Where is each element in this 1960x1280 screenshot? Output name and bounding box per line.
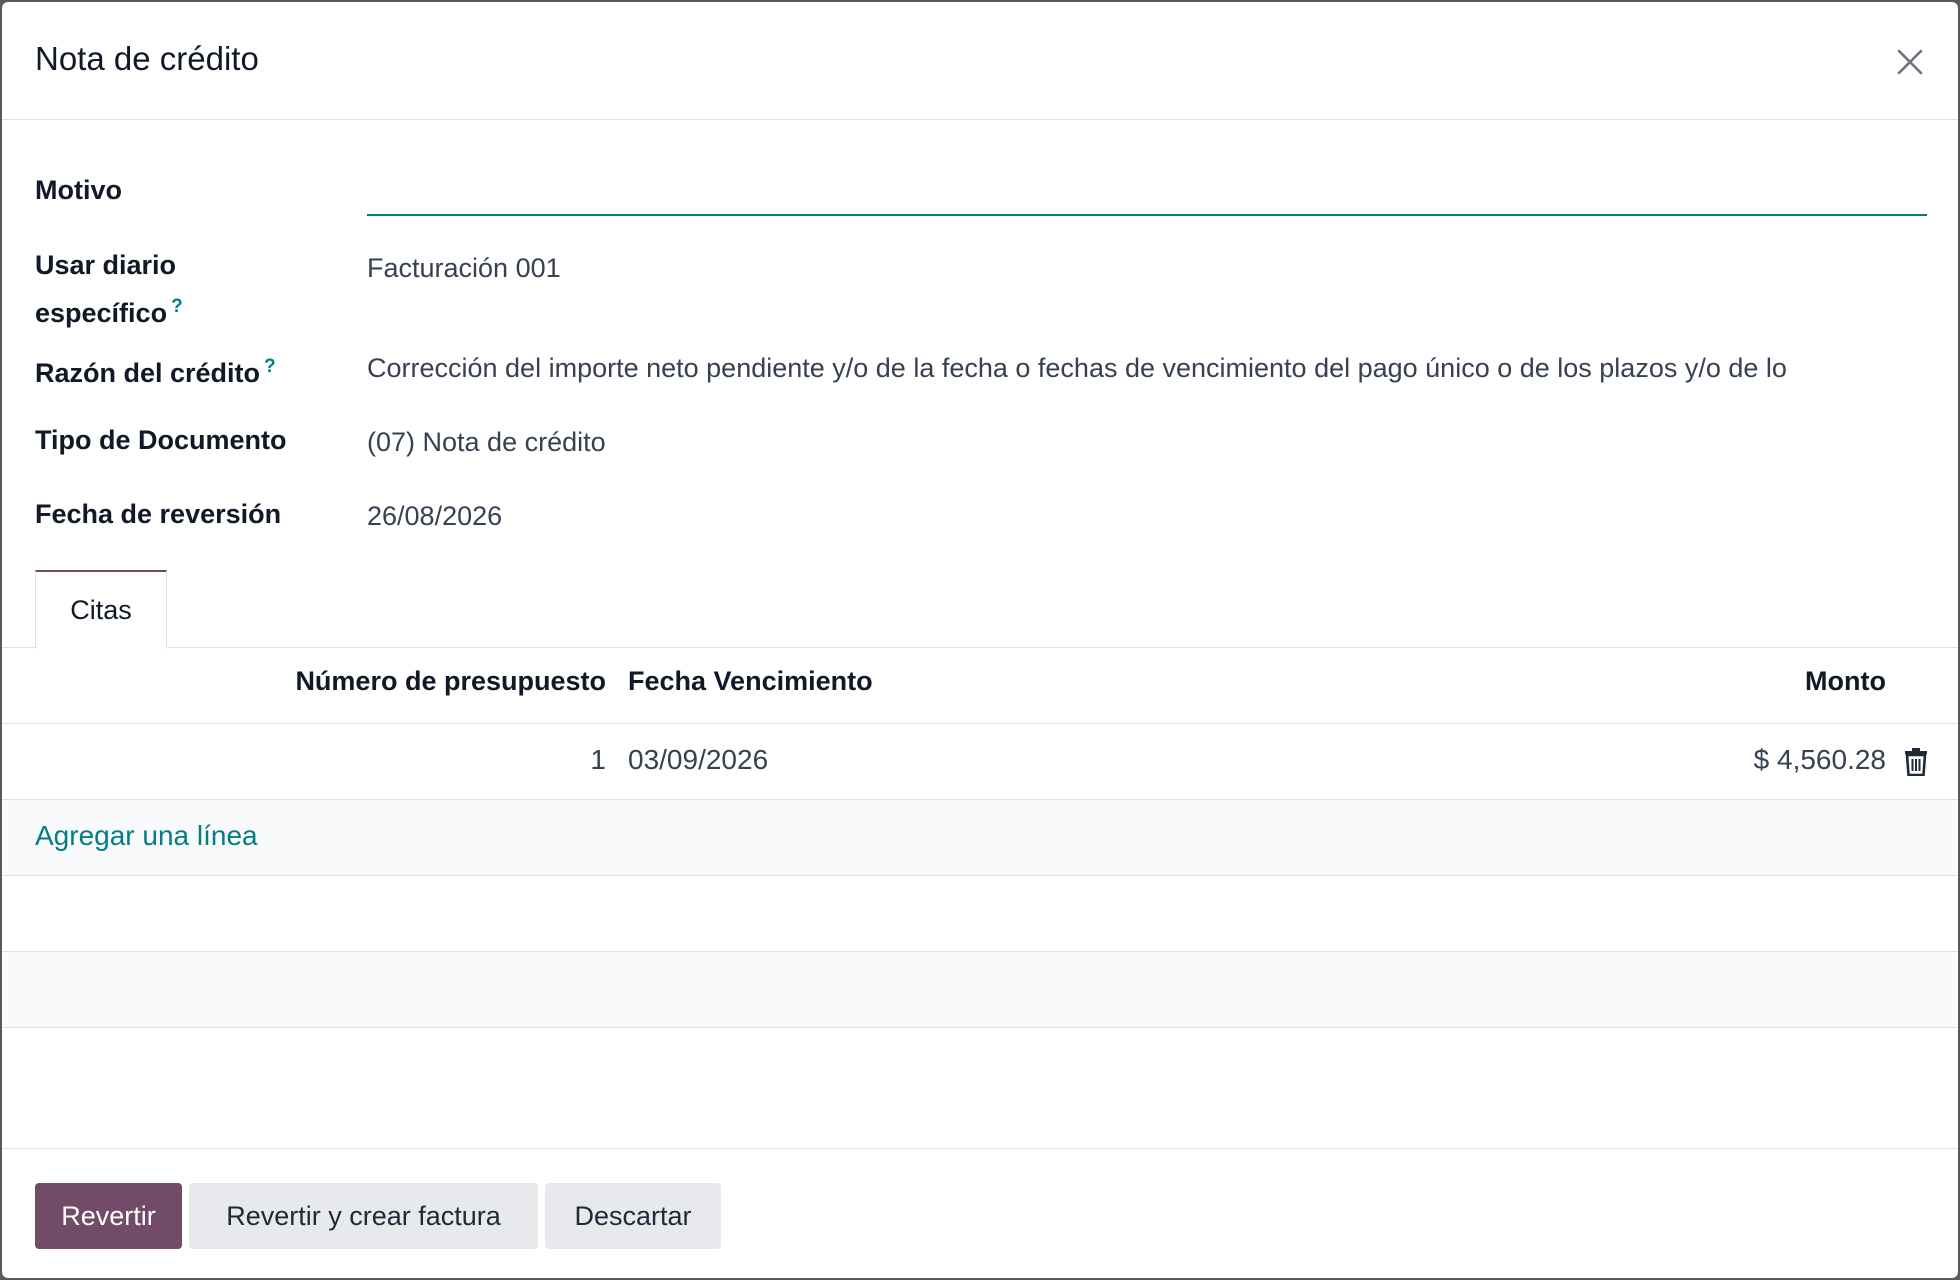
doc-type-label: Tipo de Documento (35, 425, 287, 455)
credit-note-dialog: Nota de crédito Motivo Usar diario espec… (2, 2, 1958, 1278)
journal-label-line2: específico (35, 298, 168, 328)
motivo-label: Motivo (35, 175, 122, 205)
dialog-footer: Revertir Revertir y crear factura Descar… (2, 1148, 1958, 1278)
reversal-date-label: Fecha de reversión (35, 499, 282, 529)
close-icon (1897, 49, 1923, 75)
reason-value[interactable]: Corrección del importe neto pendiente y/… (367, 350, 1927, 386)
column-header-amount[interactable]: Monto (1805, 666, 1886, 697)
journal-label: Usar diario específico? (35, 244, 183, 334)
table-header: Número de presupuesto Fecha Vencimiento … (2, 648, 1958, 724)
cell-due-date: 03/09/2026 (628, 744, 769, 775)
table-row[interactable]: 1 03/09/2026 $ 4,560.28 (2, 724, 1958, 800)
reversal-date-value[interactable]: 26/08/2026 (367, 498, 502, 534)
reason-label: Razón del crédito? (35, 346, 276, 394)
empty-row (2, 876, 1958, 952)
discard-button[interactable]: Descartar (545, 1183, 721, 1249)
column-header-budget-number[interactable]: Número de presupuesto (295, 666, 606, 697)
revert-button[interactable]: Revertir (35, 1183, 182, 1249)
add-line-row: Agregar una línea (2, 800, 1958, 876)
add-line-link[interactable]: Agregar una línea (35, 820, 258, 852)
dialog-title: Nota de crédito (35, 40, 259, 77)
reason-label-text: Razón del crédito (35, 358, 261, 388)
trash-icon (1905, 748, 1927, 777)
tab-citas[interactable]: Citas (35, 570, 167, 649)
journal-help-icon[interactable]: ? (171, 296, 183, 317)
column-header-due-date[interactable]: Fecha Vencimiento (628, 666, 873, 697)
dialog-header: Nota de crédito (2, 2, 1958, 120)
reason-help-icon[interactable]: ? (264, 356, 276, 377)
journal-label-line1: Usar diario (35, 250, 177, 280)
motivo-input[interactable] (367, 162, 1927, 216)
cell-amount: $ 4,560.28 (1753, 744, 1886, 775)
journal-value[interactable]: Facturación 001 (367, 250, 561, 286)
revert-and-create-invoice-button[interactable]: Revertir y crear factura (189, 1183, 538, 1249)
notebook-tabs: Citas (2, 570, 1958, 649)
doc-type-value[interactable]: (07) Nota de crédito (367, 424, 606, 460)
close-button[interactable] (1890, 42, 1930, 82)
empty-row (2, 952, 1958, 1028)
delete-row-button[interactable] (1904, 748, 1928, 777)
cell-budget-number: 1 (590, 744, 606, 775)
